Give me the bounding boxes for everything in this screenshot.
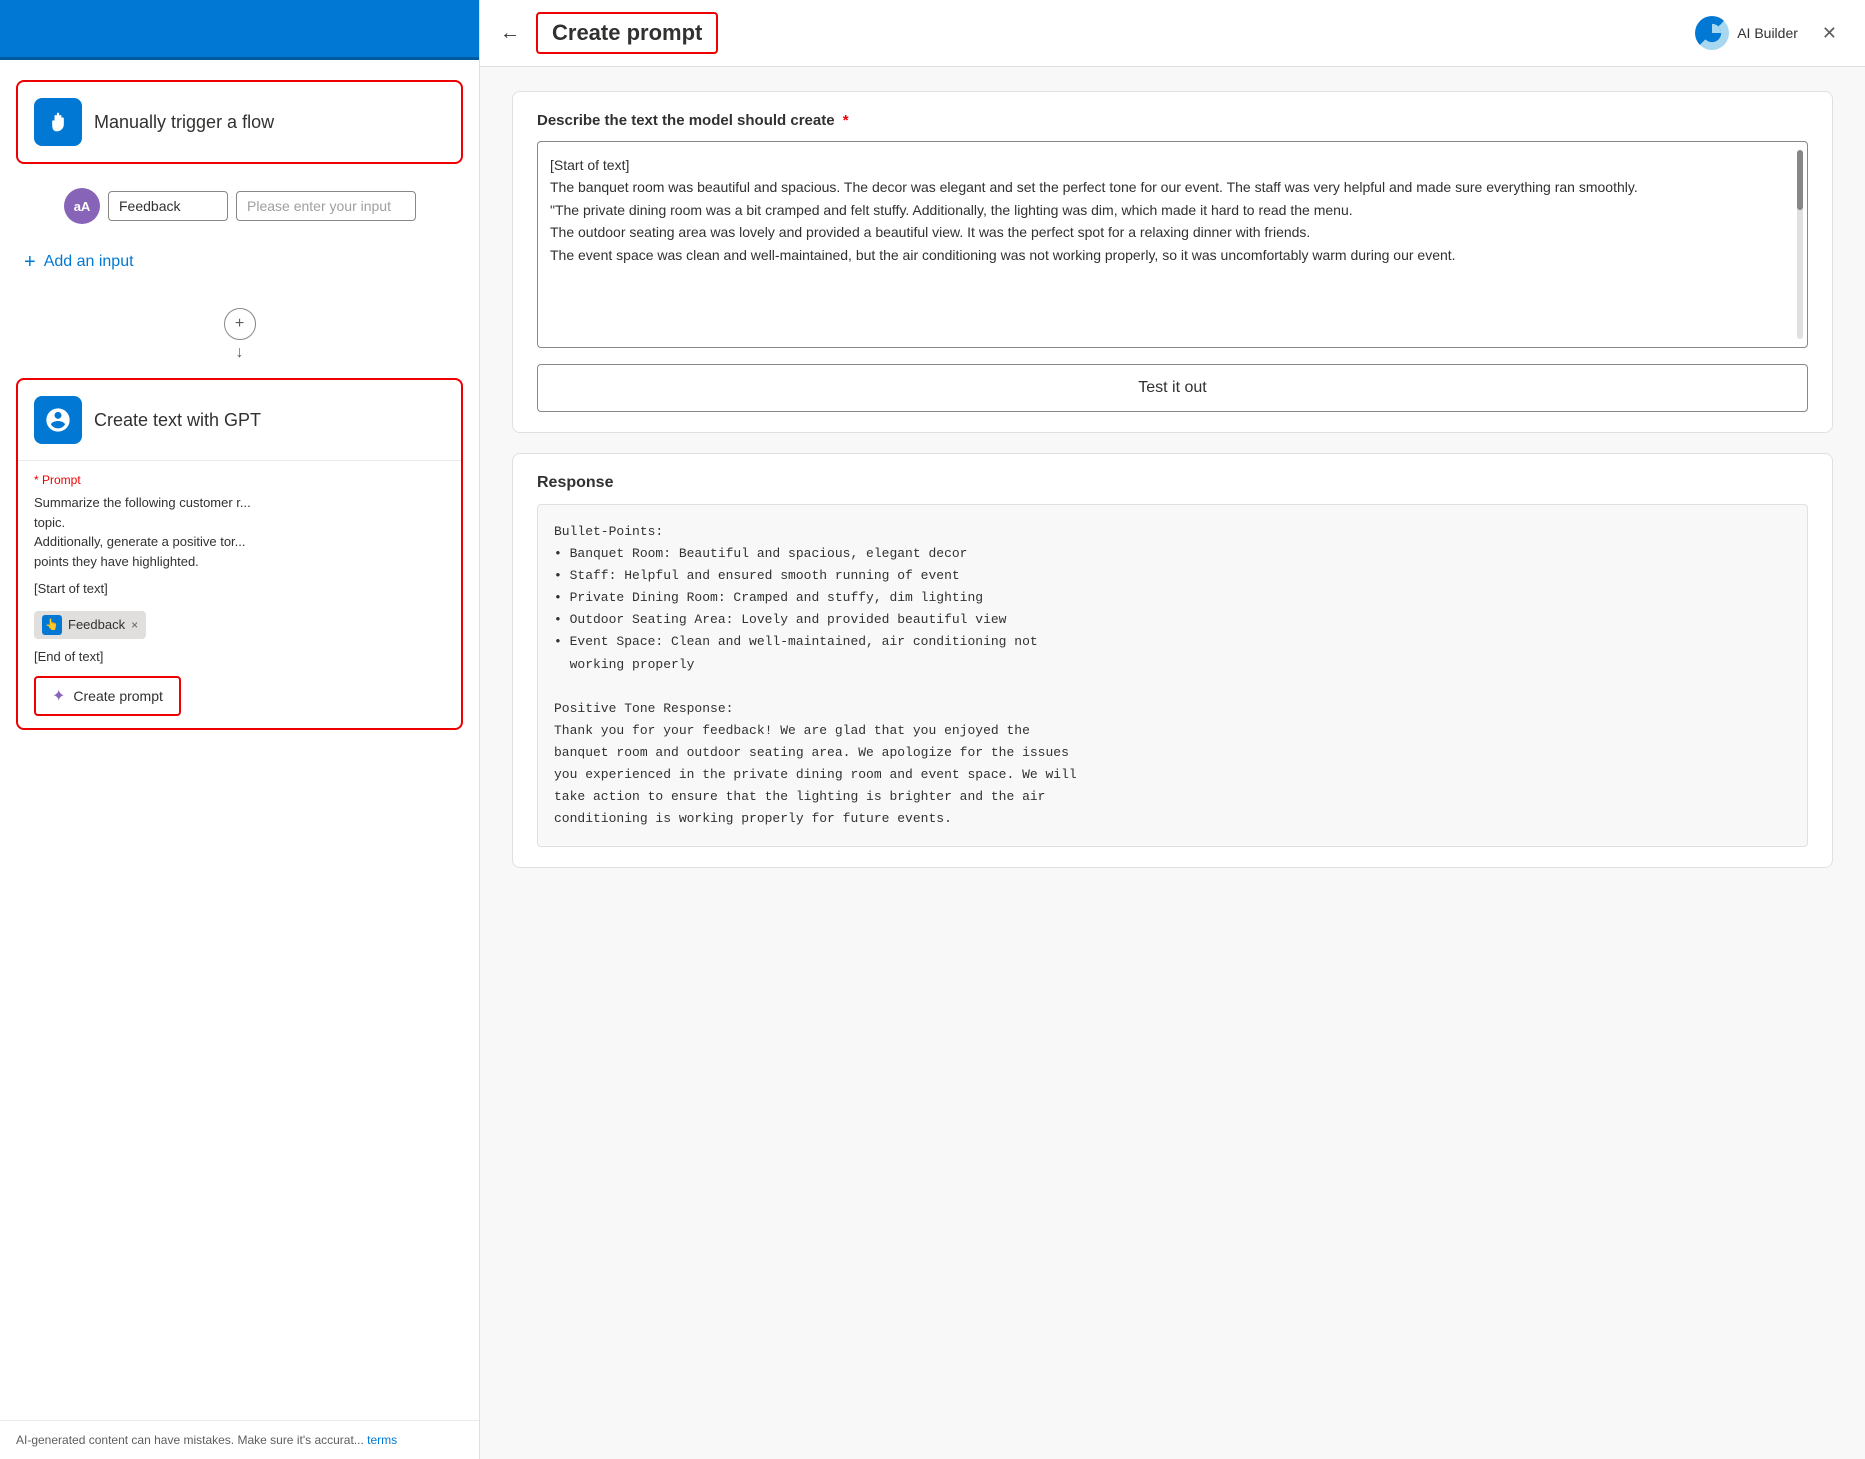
- connector: + ↓: [16, 300, 463, 370]
- gpt-header[interactable]: Create text with GPT: [18, 380, 461, 461]
- left-top-bar: [0, 0, 479, 60]
- left-content: Manually trigger a flow aA Feedback Plea…: [0, 60, 479, 1420]
- footer-terms-link[interactable]: terms: [367, 1433, 397, 1447]
- gpt-label: Create text with GPT: [94, 410, 261, 431]
- describe-section: Describe the text the model should creat…: [512, 91, 1833, 433]
- add-input-label: Add an input: [44, 253, 134, 271]
- page-title: Create prompt: [552, 20, 702, 45]
- right-content: Describe the text the model should creat…: [480, 67, 1865, 1459]
- trigger-icon: [34, 98, 82, 146]
- scrollbar-thumb: [1797, 150, 1803, 210]
- left-panel: Manually trigger a flow aA Feedback Plea…: [0, 0, 480, 1459]
- create-prompt-label: Create prompt: [73, 688, 162, 704]
- footer-text: AI-generated content can have mistakes. …: [16, 1433, 364, 1447]
- remove-feedback-tag[interactable]: ×: [131, 618, 138, 632]
- input-placeholder: Please enter your input: [236, 191, 416, 221]
- ai-builder-label: AI Builder: [1737, 25, 1798, 41]
- response-label: Response: [537, 474, 1808, 492]
- response-section: Response Bullet-Points: • Banquet Room: …: [512, 453, 1833, 868]
- right-header: ← Create prompt AI Builder ✕: [480, 0, 1865, 67]
- left-footer: AI-generated content can have mistakes. …: [0, 1420, 479, 1459]
- feedback-tag: 👆 Feedback ×: [34, 611, 146, 639]
- describe-textarea-wrapper: [537, 141, 1808, 348]
- scrollbar: [1797, 150, 1803, 339]
- test-it-out-button[interactable]: Test it out: [537, 364, 1808, 412]
- right-panel: ← Create prompt AI Builder ✕ Describe th…: [480, 0, 1865, 1459]
- gpt-icon: [34, 396, 82, 444]
- add-input-button[interactable]: + Add an input: [16, 240, 463, 284]
- start-text: [Start of text]: [34, 579, 445, 599]
- ai-builder-logo: AI Builder: [1695, 16, 1798, 50]
- feedback-tag-icon: 👆: [42, 615, 62, 635]
- right-title-box: Create prompt: [536, 12, 718, 54]
- trigger-label: Manually trigger a flow: [94, 112, 274, 133]
- response-text: Bullet-Points: • Banquet Room: Beautiful…: [537, 504, 1808, 847]
- ai-logo-icon: [1695, 16, 1729, 50]
- input-row: aA Feedback Please enter your input: [16, 180, 463, 240]
- required-marker: *: [843, 112, 849, 129]
- add-step-circle[interactable]: +: [224, 308, 256, 340]
- feedback-tag-label: Feedback: [68, 617, 125, 632]
- prompt-label: * Prompt: [34, 473, 445, 487]
- sparkle-icon: ✦: [52, 686, 65, 706]
- avatar: aA: [64, 188, 100, 224]
- feedback-input-field[interactable]: Feedback: [108, 191, 228, 221]
- plus-icon: +: [24, 252, 36, 272]
- gpt-body: * Prompt Summarize the following custome…: [18, 461, 461, 728]
- describe-label: Describe the text the model should creat…: [537, 112, 1808, 129]
- gpt-block: Create text with GPT * Prompt Summarize …: [16, 378, 463, 730]
- create-prompt-button[interactable]: ✦ Create prompt: [34, 676, 181, 716]
- prompt-text: Summarize the following customer r... to…: [34, 493, 445, 571]
- describe-textarea[interactable]: [538, 142, 1807, 342]
- end-text: [End of text]: [34, 649, 445, 664]
- back-button[interactable]: ←: [500, 22, 520, 45]
- trigger-block[interactable]: Manually trigger a flow: [16, 80, 463, 164]
- close-button[interactable]: ✕: [1814, 19, 1845, 48]
